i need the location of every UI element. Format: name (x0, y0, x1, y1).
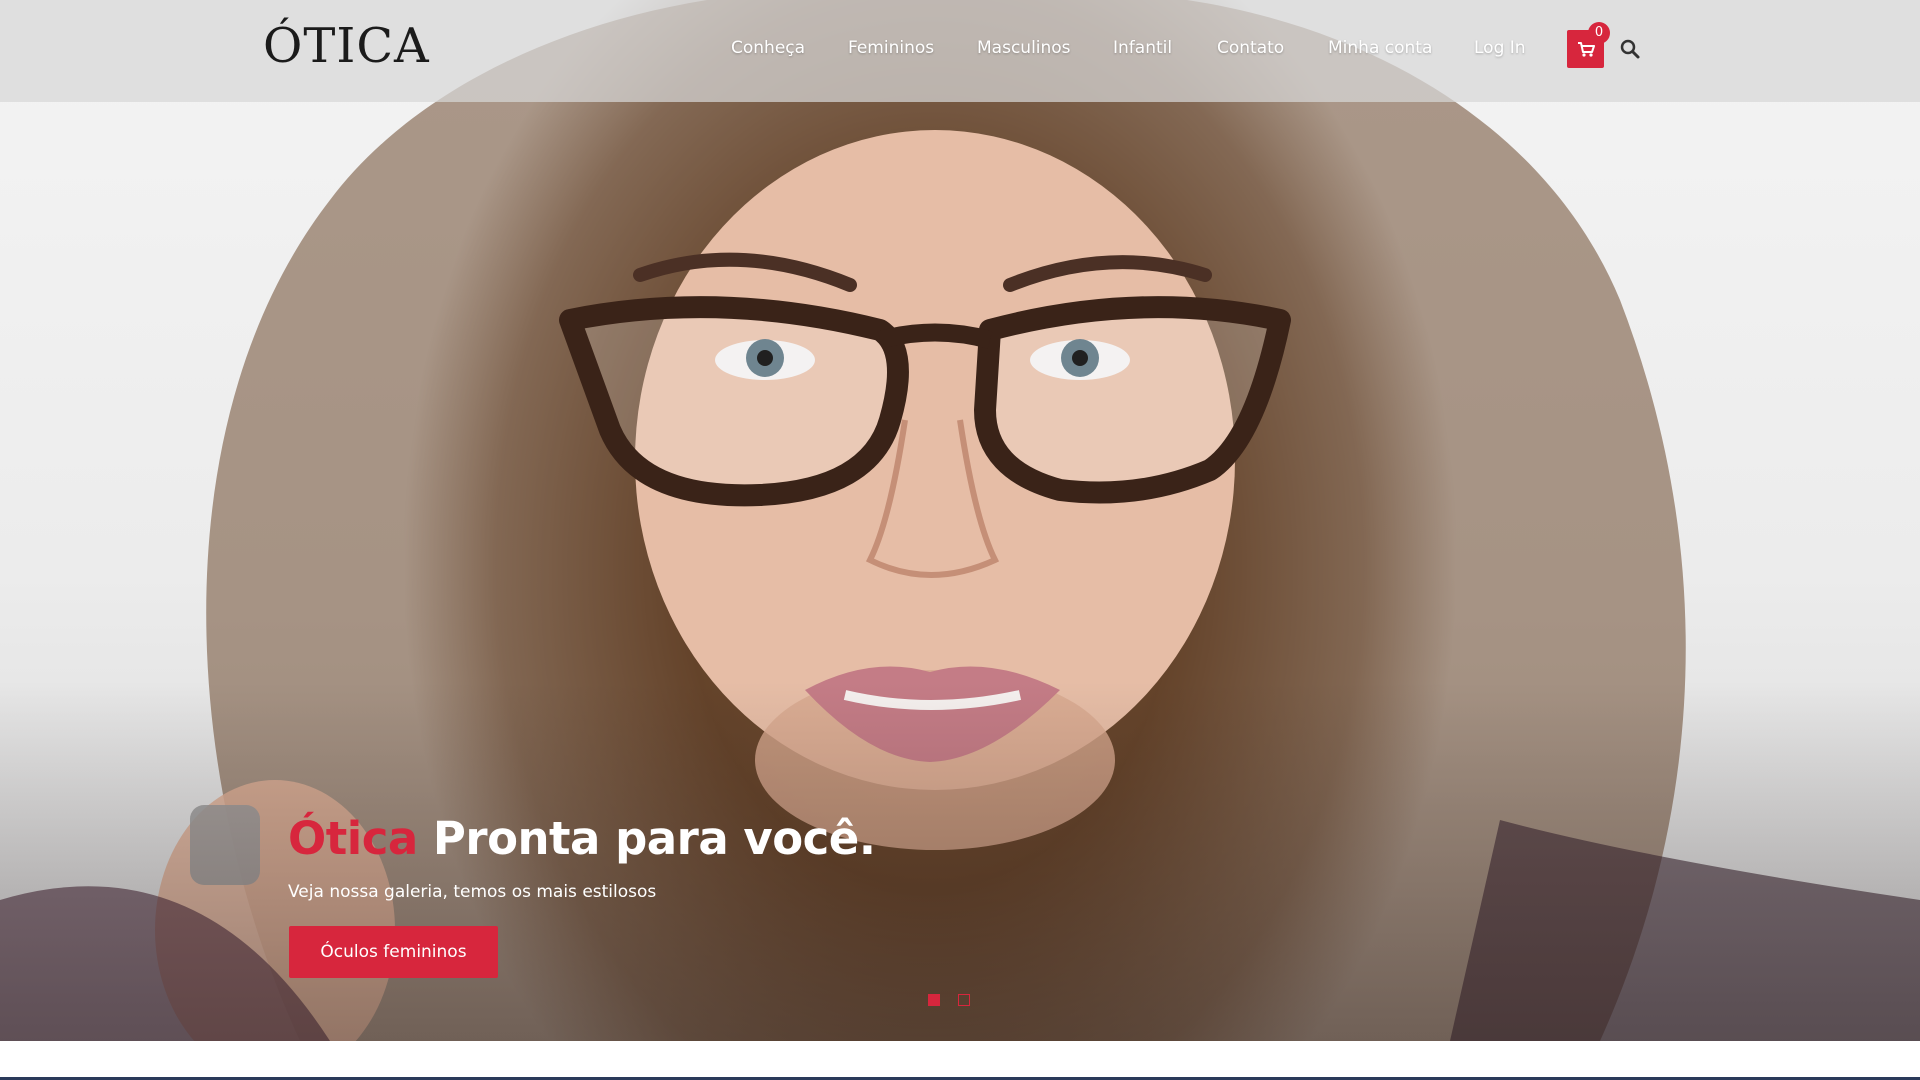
nav-link-minha-conta[interactable]: Minha conta (1328, 38, 1432, 58)
hero-headline: Ótica Pronta para você. (288, 812, 876, 865)
nav-link-contato[interactable]: Contato (1217, 38, 1284, 58)
nav-link-femininos[interactable]: Femininos (848, 38, 934, 58)
site-logo[interactable]: ÓTICA (263, 18, 430, 74)
oculos-femininos-button[interactable]: Óculos femininos (289, 926, 498, 978)
site-header: ÓTICA Conheça Femininos Masculinos Infan… (0, 0, 1920, 102)
nav-link-conheca[interactable]: Conheça (731, 38, 805, 58)
hero-headline-rest: Pronta para você. (432, 812, 876, 865)
search-icon[interactable] (1619, 38, 1641, 60)
cart-count-badge: 0 (1588, 22, 1610, 44)
cart-icon (1577, 42, 1595, 57)
slider-dot-1[interactable] (928, 994, 940, 1006)
hero-headline-brand: Ótica (288, 812, 418, 865)
nav-link-masculinos[interactable]: Masculinos (977, 38, 1071, 58)
slider-dot-2[interactable] (958, 994, 970, 1006)
nav-link-log-in[interactable]: Log In (1474, 38, 1526, 58)
nav-link-infantil[interactable]: Infantil (1113, 38, 1172, 58)
hero-subtitle: Veja nossa galeria, temos os mais estilo… (288, 882, 657, 902)
